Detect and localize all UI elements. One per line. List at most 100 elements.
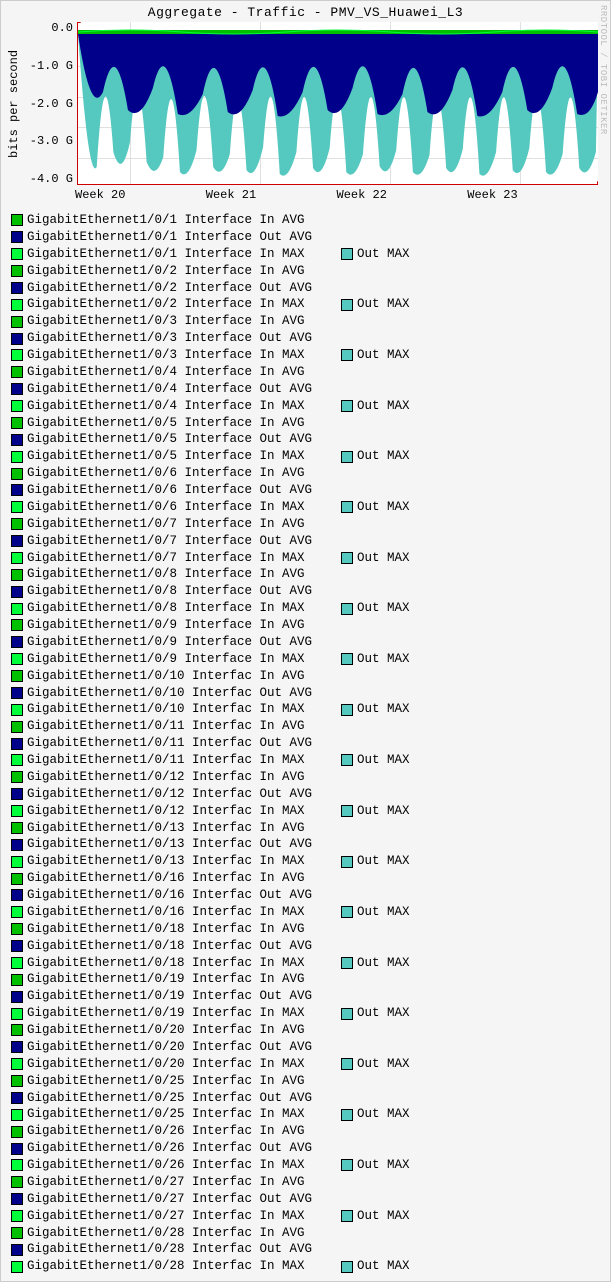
legend-swatch bbox=[341, 653, 353, 665]
legend-label: GigabitEthernet1/0/27 Interfac In AVG bbox=[27, 1174, 305, 1191]
legend-label: GigabitEthernet1/0/12 Interfac Out AVG bbox=[27, 786, 312, 803]
legend-row: GigabitEthernet1/0/9 Interface Out AVG bbox=[11, 634, 600, 651]
legend-swatch bbox=[11, 366, 23, 378]
legend-label: GigabitEthernet1/0/1 Interface In MAX bbox=[27, 246, 305, 263]
legend-swatch bbox=[11, 214, 23, 226]
legend-label: Out MAX bbox=[357, 246, 410, 263]
legend-swatch bbox=[11, 349, 23, 361]
legend-row: GigabitEthernet1/0/8 Interface In MAXOut… bbox=[11, 600, 600, 617]
legend-label: GigabitEthernet1/0/16 Interfac Out AVG bbox=[27, 887, 312, 904]
legend-label: GigabitEthernet1/0/2 Interface Out AVG bbox=[27, 280, 312, 297]
legend-label: Out MAX bbox=[357, 1005, 410, 1022]
legend-swatch bbox=[341, 1159, 353, 1171]
legend-swatch bbox=[11, 906, 23, 918]
legend-label: Out MAX bbox=[357, 499, 410, 516]
legend-swatch bbox=[11, 1176, 23, 1188]
legend-row: GigabitEthernet1/0/2 Interface Out AVG bbox=[11, 280, 600, 297]
legend-swatch bbox=[11, 1227, 23, 1239]
legend-swatch bbox=[11, 535, 23, 547]
legend-label: GigabitEthernet1/0/13 Interfac In AVG bbox=[27, 820, 305, 837]
legend-label: GigabitEthernet1/0/28 Interfac In AVG bbox=[27, 1225, 305, 1242]
legend-label: GigabitEthernet1/0/18 Interfac In AVG bbox=[27, 921, 305, 938]
legend-label: GigabitEthernet1/0/28 Interfac Out AVG bbox=[27, 1241, 312, 1258]
legend-row: GigabitEthernet1/0/9 Interface In MAXOut… bbox=[11, 651, 600, 668]
legend-row: GigabitEthernet1/0/6 Interface In MAXOut… bbox=[11, 499, 600, 516]
legend-label: Out MAX bbox=[357, 752, 410, 769]
legend-swatch bbox=[11, 451, 23, 463]
legend-label: Out MAX bbox=[357, 853, 410, 870]
legend-row: GigabitEthernet1/0/13 Interfac In AVG bbox=[11, 820, 600, 837]
legend-label: GigabitEthernet1/0/12 Interfac In MAX bbox=[27, 803, 305, 820]
legend-row: GigabitEthernet1/0/7 Interface In MAXOut… bbox=[11, 550, 600, 567]
legend-row: GigabitEthernet1/0/28 Interfac In AVG bbox=[11, 1225, 600, 1242]
legend-label: Out MAX bbox=[357, 600, 410, 617]
legend-label: GigabitEthernet1/0/1 Interface Out AVG bbox=[27, 229, 312, 246]
legend-swatch bbox=[11, 1109, 23, 1121]
legend-label: Out MAX bbox=[357, 955, 410, 972]
rrd-graph: RRDTOOL / TOBI OETIKER Aggregate - Traff… bbox=[0, 0, 611, 1282]
legend-row: GigabitEthernet1/0/25 Interfac In MAX Out… bbox=[11, 1106, 600, 1123]
legend-row: GigabitEthernet1/0/4 Interface Out AVG bbox=[11, 381, 600, 398]
legend-label: GigabitEthernet1/0/5 Interface Out AVG bbox=[27, 431, 312, 448]
x-axis-ticks: Week 20 Week 21 Week 22 Week 23 bbox=[1, 185, 610, 210]
legend-row: GigabitEthernet1/0/1 Interface In AVG bbox=[11, 212, 600, 229]
legend-row: GigabitEthernet1/0/13 Interfac In MAXOut… bbox=[11, 853, 600, 870]
legend-swatch bbox=[11, 957, 23, 969]
legend-label: Out MAX bbox=[357, 1258, 410, 1275]
legend-row: GigabitEthernet1/0/4 Interface In MAXOut… bbox=[11, 398, 600, 415]
legend-label: Out MAX bbox=[357, 296, 410, 313]
legend-label: GigabitEthernet1/0/25 Interfac In MAX bbox=[27, 1106, 305, 1123]
legend-row: GigabitEthernet1/0/19 Interfac In AVG bbox=[11, 971, 600, 988]
rrd-credit: RRDTOOL / TOBI OETIKER bbox=[598, 5, 608, 135]
legend-swatch bbox=[11, 265, 23, 277]
legend-row: GigabitEthernet1/0/16 Interfac In AVG bbox=[11, 870, 600, 887]
legend-row: GigabitEthernet1/0/10 Interfac Out AVG bbox=[11, 685, 600, 702]
legend-label: GigabitEthernet1/0/1 Interface In AVG bbox=[27, 212, 305, 229]
legend-row: GigabitEthernet1/0/27 Interfac In MAXOut… bbox=[11, 1208, 600, 1225]
legend-row: GigabitEthernet1/0/5 Interface Out AVG bbox=[11, 431, 600, 448]
legend-swatch bbox=[11, 231, 23, 243]
legend-row: GigabitEthernet1/0/12 Interfac Out AVG bbox=[11, 786, 600, 803]
legend-row: GigabitEthernet1/0/11 Interfac In MAXOut… bbox=[11, 752, 600, 769]
legend-row: GigabitEthernet1/0/3 Interface In MAXOut… bbox=[11, 347, 600, 364]
legend-row: GigabitEthernet1/0/6 Interface Out AVG bbox=[11, 482, 600, 499]
legend-label: GigabitEthernet1/0/26 Interfac In MAX bbox=[27, 1157, 305, 1174]
legend-row: GigabitEthernet1/0/16 Interfac Out AVG bbox=[11, 887, 600, 904]
legend-label: GigabitEthernet1/0/2 Interface In AVG bbox=[27, 263, 305, 280]
legend-swatch bbox=[11, 1041, 23, 1053]
legend-swatch bbox=[11, 991, 23, 1003]
legend-label: Out MAX bbox=[357, 904, 410, 921]
legend-swatch bbox=[341, 957, 353, 969]
legend-swatch bbox=[11, 721, 23, 733]
legend-swatch bbox=[11, 484, 23, 496]
legend-swatch bbox=[11, 383, 23, 395]
legend-label: GigabitEthernet1/0/20 Interfac In AVG bbox=[27, 1022, 305, 1039]
legend-label: GigabitEthernet1/0/7 Interface Out AVG bbox=[27, 533, 312, 550]
legend-swatch bbox=[11, 1008, 23, 1020]
legend-row: GigabitEthernet1/0/7 Interface In AVG bbox=[11, 516, 600, 533]
legend-row: GigabitEthernet1/0/20 Interfac Out AVG bbox=[11, 1039, 600, 1056]
legend-swatch bbox=[11, 822, 23, 834]
legend-row: GigabitEthernet1/0/4 Interface In AVG bbox=[11, 364, 600, 381]
legend-label: GigabitEthernet1/0/16 Interfac In MAX bbox=[27, 904, 305, 921]
legend-label: GigabitEthernet1/0/9 Interface In AVG bbox=[27, 617, 305, 634]
legend-swatch bbox=[341, 1109, 353, 1121]
legend-label: GigabitEthernet1/0/28 Interfac In MAX bbox=[27, 1258, 305, 1275]
legend-label: GigabitEthernet1/0/19 Interfac Out AVG bbox=[27, 988, 312, 1005]
legend-label: GigabitEthernet1/0/13 Interfac Out AVG bbox=[27, 836, 312, 853]
legend-swatch bbox=[11, 468, 23, 480]
legend-swatch bbox=[11, 586, 23, 598]
legend-row: GigabitEthernet1/0/8 Interface In AVG bbox=[11, 566, 600, 583]
legend-swatch bbox=[11, 619, 23, 631]
legend-row: GigabitEthernet1/0/11 Interfac Out AVG bbox=[11, 735, 600, 752]
legend-label: Out MAX bbox=[357, 347, 410, 364]
legend-swatch bbox=[11, 282, 23, 294]
legend-label: Out MAX bbox=[357, 1106, 410, 1123]
legend-label: Out MAX bbox=[357, 448, 410, 465]
legend-label: GigabitEthernet1/0/19 Interfac In AVG bbox=[27, 971, 305, 988]
legend-swatch bbox=[341, 248, 353, 260]
y-axis-ticks: 0.0 -1.0 G -2.0 G -3.0 G -4.0 G bbox=[21, 22, 77, 185]
legend-row: GigabitEthernet1/0/26 Interfac In AVG bbox=[11, 1123, 600, 1140]
legend-swatch bbox=[11, 569, 23, 581]
legend-label: GigabitEthernet1/0/12 Interfac In AVG bbox=[27, 769, 305, 786]
